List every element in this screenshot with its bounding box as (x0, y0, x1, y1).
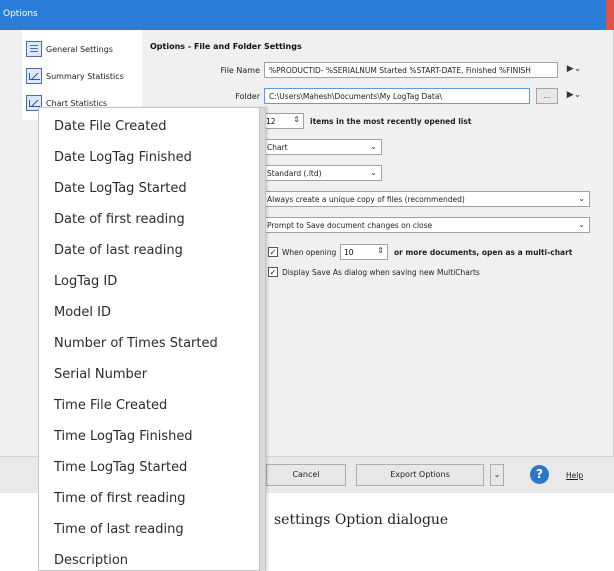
chevron-down-icon: ⌄ (578, 220, 585, 229)
chevron-down-icon: ⌄ (573, 90, 582, 100)
view-select[interactable]: Chart ⌄ (262, 139, 382, 155)
menu-item[interactable]: Time LogTag Finished (54, 429, 193, 444)
multichart-count-stepper[interactable]: 10 ⇕ (340, 244, 388, 260)
multichart-suffix: or more documents, open as a multi-chart (394, 248, 573, 257)
chevron-down-icon: ⌄ (578, 194, 585, 203)
nav-item-label: General Settings (46, 44, 113, 54)
copy-behaviour-select[interactable]: Always create a unique copy of files (re… (262, 191, 590, 207)
window-title: Options (3, 9, 38, 19)
chevron-down-icon: ⌄ (493, 470, 501, 479)
copy-behaviour-value: Always create a unique copy of files (re… (267, 195, 465, 204)
nav-item-general-settings[interactable]: General Settings (26, 38, 142, 60)
save-as-checkbox[interactable]: ✓ (268, 267, 278, 277)
panel-title: Options - File and Folder Settings (150, 42, 302, 51)
nav-item-label: Summary Statistics (46, 71, 124, 81)
field-token-dropdown-menu: Date File Created Date LogTag Finished D… (38, 107, 266, 571)
help-icon[interactable]: ? (530, 465, 549, 484)
folder-label: Folder (235, 92, 260, 101)
title-bar: Options (0, 0, 614, 30)
folder-input[interactable]: C:\Users\Mahesh\Documents\My LogTag Data… (264, 88, 530, 104)
close-button[interactable] (606, 0, 614, 30)
multichart-checkbox[interactable]: ✓ (268, 247, 278, 257)
multichart-count-value: 10 (344, 248, 354, 257)
figure-caption: settings Option dialogue (274, 512, 449, 528)
recent-items-value: 12 (266, 117, 276, 126)
view-select-value: Chart (267, 143, 288, 152)
format-select-value: Standard (.ltd) (267, 169, 322, 178)
chevron-down-icon: ⌄ (370, 142, 377, 151)
menu-item[interactable]: Serial Number (54, 367, 147, 382)
play-arrow-icon: ▶ (566, 90, 574, 100)
play-arrow-icon: ▶ (566, 64, 574, 74)
save-behaviour-select[interactable]: Prompt to Save document changes on close… (262, 217, 590, 233)
cancel-button[interactable]: Cancel (266, 464, 346, 486)
file-name-input[interactable]: %PRODUCTID- %SERIALNUM Started %START-DA… (264, 62, 558, 78)
save-behaviour-value: Prompt to Save document changes on close (267, 221, 433, 230)
menu-item[interactable]: Number of Times Started (54, 336, 218, 351)
menu-item[interactable]: Date of last reading (54, 243, 183, 258)
file-name-insert-button[interactable]: ▶⌄ (562, 62, 586, 78)
menu-item[interactable]: Date LogTag Finished (54, 150, 192, 165)
folder-insert-button[interactable]: ▶⌄ (562, 88, 586, 104)
menu-item[interactable]: Date LogTag Started (54, 181, 187, 196)
spin-arrows-icon: ⇕ (293, 115, 300, 124)
menu-item[interactable]: LogTag ID (54, 274, 117, 289)
menu-item[interactable]: Date of first reading (54, 212, 185, 227)
nav-item-summary-statistics[interactable]: Summary Statistics (26, 65, 142, 87)
dropdown-scrollbar[interactable] (259, 108, 265, 571)
chevron-down-icon: ⌄ (370, 168, 377, 177)
statistics-chart-icon (26, 68, 42, 84)
chevron-down-icon: ⌄ (573, 64, 582, 74)
spin-arrows-icon: ⇕ (377, 246, 384, 255)
help-button[interactable]: Help (566, 471, 583, 480)
menu-item[interactable]: Model ID (54, 305, 111, 320)
recent-items-stepper[interactable]: 12 ⇕ (262, 113, 304, 129)
browse-folder-button[interactable]: ... (536, 88, 558, 104)
menu-item[interactable]: Time of first reading (54, 491, 186, 506)
menu-item[interactable]: Date File Created (54, 119, 167, 134)
menu-item[interactable]: Time LogTag Started (54, 460, 187, 475)
recent-items-label: items in the most recently opened list (310, 117, 472, 126)
export-options-button[interactable]: Export Options (356, 464, 484, 486)
menu-item[interactable]: Time File Created (54, 398, 167, 413)
save-as-label: Display Save As dialog when saving new M… (282, 268, 480, 277)
settings-doc-icon (26, 41, 42, 57)
export-options-dropdown[interactable]: ⌄ (490, 464, 504, 486)
multichart-prefix: When opening (282, 248, 337, 257)
format-select[interactable]: Standard (.ltd) ⌄ (262, 165, 382, 181)
menu-item[interactable]: Description (54, 553, 128, 568)
menu-item[interactable]: Time of last reading (54, 522, 184, 537)
file-name-label: File Name (220, 66, 260, 75)
